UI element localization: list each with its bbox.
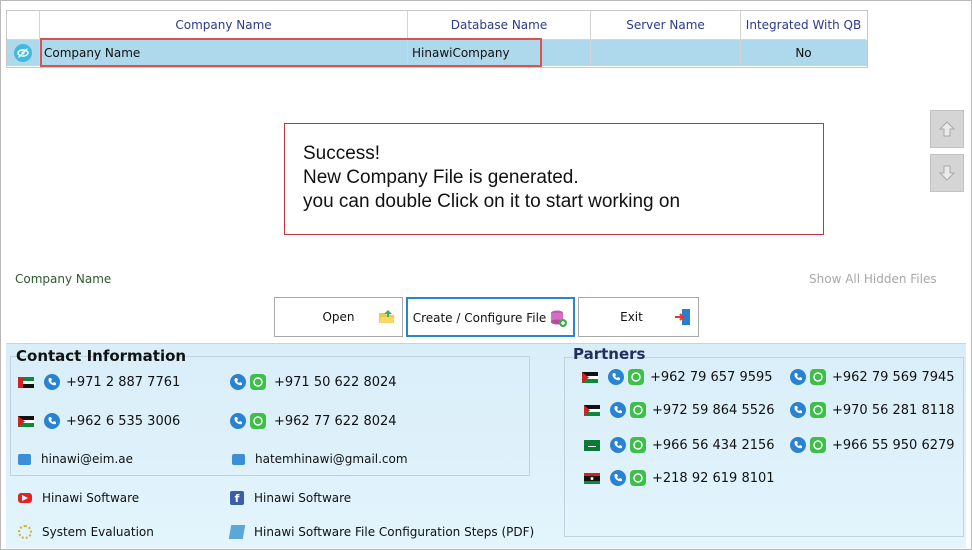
whatsapp-icon[interactable] bbox=[250, 374, 266, 390]
book-icon bbox=[228, 525, 246, 539]
partner-jordan-2-line: +962 79 569 7945 bbox=[790, 369, 955, 385]
eye-icon[interactable] bbox=[14, 44, 32, 62]
partner-palestine-1-line: +972 59 864 5526 bbox=[584, 402, 775, 418]
contact-phone-3[interactable]: +962 6 535 3006 bbox=[66, 414, 180, 429]
jordan-flag-icon bbox=[18, 415, 34, 427]
row-icon-cell bbox=[7, 40, 40, 66]
whatsapp-icon[interactable] bbox=[810, 369, 826, 385]
youtube-line: Hinawi Software bbox=[18, 491, 139, 505]
contact-email-2-line: hatemhinawi@gmail.com bbox=[232, 452, 408, 466]
contact-phone-1[interactable]: +971 2 887 7761 bbox=[66, 375, 180, 390]
partner-palestine-2-line: +970 56 281 8118 bbox=[790, 402, 955, 418]
col-header-server-name[interactable]: Server Name bbox=[591, 11, 741, 40]
youtube-icon bbox=[18, 493, 32, 503]
success-message-box: Success! New Company File is generated. … bbox=[284, 123, 824, 235]
facebook-icon: f bbox=[230, 491, 244, 505]
phone-icon[interactable] bbox=[44, 413, 60, 429]
facebook-link[interactable]: Hinawi Software bbox=[254, 491, 351, 505]
system-evaluation-line: System Evaluation bbox=[18, 525, 154, 539]
show-hidden-files-link[interactable]: Show All Hidden Files bbox=[809, 272, 937, 286]
partner-phone-5[interactable]: +966 56 434 2156 bbox=[652, 438, 775, 453]
open-button[interactable]: Open bbox=[274, 297, 403, 337]
configuration-steps-link[interactable]: Hinawi Software File Configuration Steps… bbox=[254, 525, 534, 539]
facebook-line: f Hinawi Software bbox=[230, 491, 351, 505]
company-grid[interactable]: Company Name Database Name Server Name I… bbox=[6, 10, 868, 68]
message-line-3: you can double Click on it to start work… bbox=[303, 191, 681, 212]
contact-phone-2[interactable]: +971 50 622 8024 bbox=[274, 375, 397, 390]
configuration-steps-line: Hinawi Software File Configuration Steps… bbox=[228, 525, 534, 539]
whatsapp-icon[interactable] bbox=[630, 470, 646, 486]
partner-libya-line: +218 92 619 8101 bbox=[584, 470, 775, 486]
partner-saudi-2-line: +966 55 950 6279 bbox=[790, 437, 955, 453]
mail-icon bbox=[18, 453, 31, 465]
exit-button-label: Exit bbox=[620, 310, 643, 324]
contact-email-2[interactable]: hatemhinawi@gmail.com bbox=[255, 452, 408, 466]
move-down-button[interactable] bbox=[930, 154, 964, 192]
contact-phone-4[interactable]: +962 77 622 8024 bbox=[274, 414, 397, 429]
whatsapp-icon[interactable] bbox=[810, 402, 826, 418]
whatsapp-icon[interactable] bbox=[630, 437, 646, 453]
saudi-flag-icon bbox=[584, 439, 600, 451]
col-header-database-name[interactable]: Database Name bbox=[408, 11, 591, 40]
whatsapp-icon[interactable] bbox=[810, 437, 826, 453]
phone-icon[interactable] bbox=[790, 369, 806, 385]
exit-button[interactable]: Exit bbox=[578, 297, 699, 337]
partner-phone-1[interactable]: +962 79 657 9595 bbox=[650, 370, 773, 385]
grid-header-icon-col bbox=[7, 11, 40, 40]
jordan-flag-icon bbox=[582, 371, 598, 383]
folder-open-icon bbox=[378, 308, 396, 329]
contact-phone-jordan-line: +962 6 535 3006 bbox=[18, 413, 180, 429]
exit-door-icon bbox=[674, 308, 692, 329]
partner-phone-4[interactable]: +970 56 281 8118 bbox=[832, 403, 955, 418]
col-header-company-name[interactable]: Company Name bbox=[40, 11, 408, 40]
partner-phone-2[interactable]: +962 79 569 7945 bbox=[832, 370, 955, 385]
phone-icon[interactable] bbox=[790, 437, 806, 453]
partner-phone-7[interactable]: +218 92 619 8101 bbox=[652, 471, 775, 486]
contact-information-title: Contact Information bbox=[16, 347, 187, 365]
message-line-2: New Company File is generated. bbox=[303, 167, 579, 188]
contact-email-1[interactable]: hinawi@eim.ae bbox=[41, 452, 133, 466]
contact-mobile-uae-line: +971 50 622 8024 bbox=[230, 374, 397, 390]
gear-icon bbox=[18, 525, 32, 539]
database-add-icon bbox=[549, 309, 567, 330]
phone-icon[interactable] bbox=[790, 402, 806, 418]
whatsapp-icon[interactable] bbox=[630, 402, 646, 418]
contact-phone-uae-line: +971 2 887 7761 bbox=[18, 374, 180, 390]
mail-icon bbox=[232, 453, 245, 465]
phone-icon[interactable] bbox=[44, 374, 60, 390]
cell-integrated-qb[interactable]: No bbox=[741, 40, 866, 66]
arrow-up-icon bbox=[938, 121, 956, 137]
system-evaluation-link[interactable]: System Evaluation bbox=[42, 525, 154, 539]
contact-email-1-line: hinawi@eim.ae bbox=[18, 452, 133, 466]
whatsapp-icon[interactable] bbox=[628, 369, 644, 385]
message-line-1: Success! bbox=[303, 143, 381, 164]
youtube-link[interactable]: Hinawi Software bbox=[42, 491, 139, 505]
col-header-integrated-qb[interactable]: Integrated With QB bbox=[741, 11, 866, 40]
contact-mobile-jordan-line: +962 77 622 8024 bbox=[230, 413, 397, 429]
partner-saudi-1-line: +966 56 434 2156 bbox=[584, 437, 775, 453]
arrow-down-icon bbox=[938, 165, 956, 181]
create-configure-file-button[interactable]: Create / Configure File bbox=[406, 297, 575, 337]
whatsapp-icon[interactable] bbox=[250, 413, 266, 429]
company-name-label: Company Name bbox=[15, 272, 112, 286]
cell-server-name[interactable] bbox=[591, 40, 741, 66]
palestine-flag-icon bbox=[584, 404, 600, 416]
phone-icon[interactable] bbox=[610, 470, 626, 486]
partners-title: Partners bbox=[573, 345, 646, 363]
move-up-button[interactable] bbox=[930, 110, 964, 148]
phone-icon[interactable] bbox=[610, 402, 626, 418]
create-button-label: Create / Configure File bbox=[412, 311, 547, 325]
phone-icon[interactable] bbox=[230, 413, 246, 429]
uae-flag-icon bbox=[18, 376, 34, 388]
phone-icon[interactable] bbox=[230, 374, 246, 390]
partner-jordan-1-line: +962 79 657 9595 bbox=[582, 369, 773, 385]
partner-phone-3[interactable]: +972 59 864 5526 bbox=[652, 403, 775, 418]
row-highlight-outline bbox=[40, 38, 542, 67]
partner-phone-6[interactable]: +966 55 950 6279 bbox=[832, 438, 955, 453]
libya-flag-icon bbox=[584, 472, 600, 484]
phone-icon[interactable] bbox=[610, 437, 626, 453]
phone-icon[interactable] bbox=[608, 369, 624, 385]
